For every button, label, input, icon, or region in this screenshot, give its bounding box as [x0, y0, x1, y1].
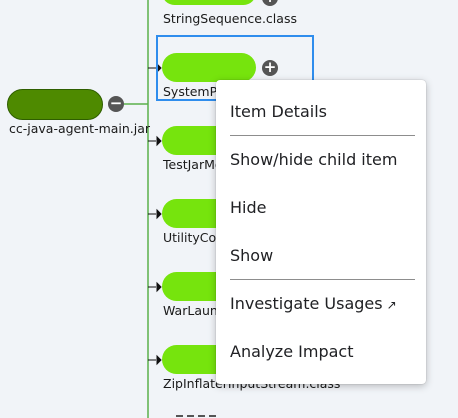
menu-divider [230, 279, 415, 280]
root-node-label: cc-java-agent-main.jar [9, 121, 151, 136]
expand-icon[interactable]: + [262, 60, 278, 76]
menu-item-investigate-usages[interactable]: Investigate Usages ↗ [216, 284, 426, 324]
collapse-icon[interactable]: − [108, 96, 124, 112]
child-node-label: StringSequence.class [163, 11, 297, 26]
branch-arrows [148, 62, 162, 366]
expand-icon-partial[interactable]: + [262, 0, 278, 6]
menu-item-label: Investigate Usages [230, 294, 383, 313]
child-node-label: TestJarMo [163, 157, 223, 172]
menu-item-hide[interactable]: Hide [216, 188, 426, 228]
menu-item-show-hide-child[interactable]: Show/hide child item [216, 140, 426, 180]
menu-item-analyze-impact[interactable]: Analyze Impact [216, 332, 426, 372]
menu-item-details[interactable]: Item Details [216, 92, 426, 132]
external-link-icon: ↗ [386, 298, 397, 312]
root-node[interactable] [7, 89, 103, 120]
menu-divider [230, 135, 415, 136]
menu-item-show[interactable]: Show [216, 236, 426, 276]
child-node-selected[interactable] [162, 53, 256, 82]
child-node-label: SystemPr [163, 84, 223, 99]
child-node[interactable] [162, 0, 256, 5]
context-menu: Item Details Show/hide child item Hide S… [216, 80, 426, 384]
